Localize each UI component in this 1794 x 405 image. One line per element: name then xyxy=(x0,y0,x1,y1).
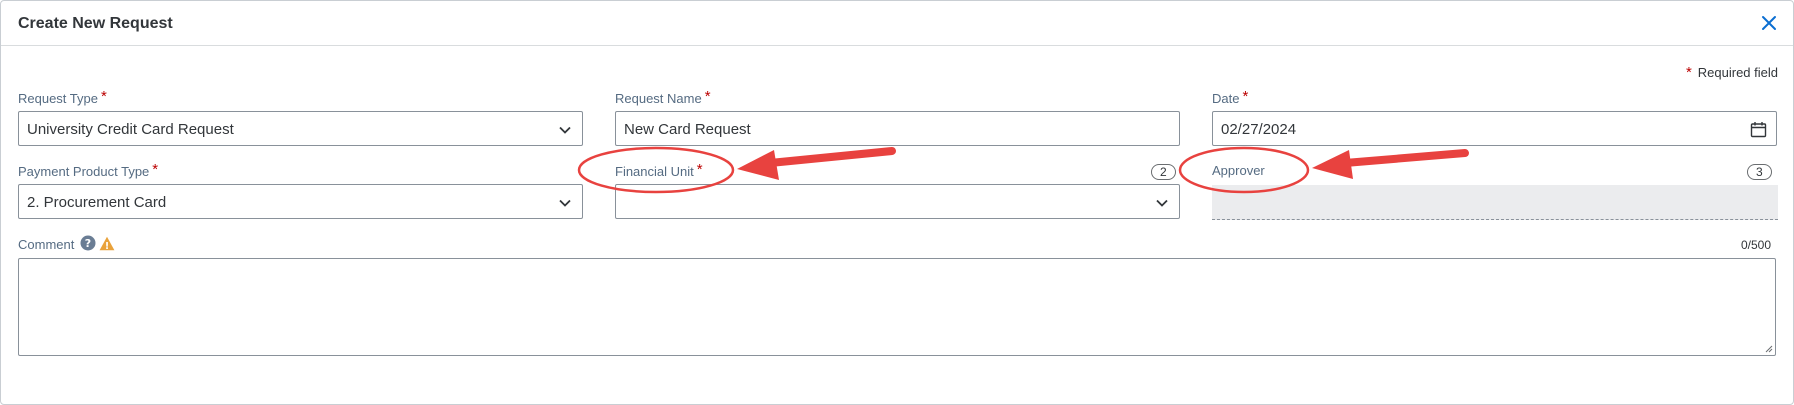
comment-textarea[interactable] xyxy=(18,258,1776,356)
required-star: * xyxy=(696,161,703,178)
approver-label: Approver xyxy=(1212,163,1265,178)
request-name-label-text: Request Name xyxy=(615,91,702,106)
approver-count-badge: 3 xyxy=(1747,164,1772,180)
request-type-label-text: Request Type xyxy=(18,91,98,106)
payment-product-type-select[interactable]: 2. Procurement Card xyxy=(18,184,583,219)
payment-product-type-value: 2. Procurement Card xyxy=(27,194,167,211)
help-icon[interactable]: ? xyxy=(80,235,96,251)
payment-product-type-label: Payment Product Type * xyxy=(18,161,159,180)
calendar-icon[interactable] xyxy=(1750,121,1767,138)
date-value: 02/27/2024 xyxy=(1221,121,1297,138)
required-field-text: Required field xyxy=(1697,65,1778,80)
create-request-dialog: Create New Request * Required field Reque… xyxy=(0,0,1794,405)
svg-text:!: ! xyxy=(105,241,109,251)
required-star: * xyxy=(1685,64,1692,81)
comment-label: Comment xyxy=(18,237,75,252)
financial-unit-label-text: Financial Unit xyxy=(615,164,694,179)
close-icon[interactable] xyxy=(1757,11,1781,35)
chevron-down-icon[interactable] xyxy=(558,123,572,137)
date-picker[interactable]: 02/27/2024 xyxy=(1212,111,1777,146)
request-type-select[interactable]: University Credit Card Request xyxy=(18,111,583,146)
chevron-down-icon[interactable] xyxy=(558,196,572,210)
svg-text:?: ? xyxy=(85,237,91,250)
approver-field xyxy=(1212,185,1778,220)
date-label: Date * xyxy=(1212,88,1249,107)
date-label-text: Date xyxy=(1212,91,1240,106)
financial-unit-label: Financial Unit * xyxy=(615,161,703,180)
chevron-down-icon[interactable] xyxy=(1155,196,1169,210)
payment-product-type-label-text: Payment Product Type xyxy=(18,164,150,179)
request-name-value: New Card Request xyxy=(624,121,751,138)
financial-unit-count-badge: 2 xyxy=(1151,164,1176,180)
resize-handle-icon[interactable] xyxy=(1763,343,1773,353)
required-star: * xyxy=(152,161,159,178)
required-star: * xyxy=(100,88,107,105)
request-type-label: Request Type * xyxy=(18,88,107,107)
required-star: * xyxy=(704,88,711,105)
warning-icon: ! xyxy=(99,236,115,251)
request-name-label: Request Name * xyxy=(615,88,711,107)
request-name-input[interactable]: New Card Request xyxy=(615,111,1180,146)
dialog-title: Create New Request xyxy=(18,15,173,32)
financial-unit-select[interactable] xyxy=(615,184,1180,219)
required-field-note: * Required field xyxy=(1686,64,1778,81)
dialog-header: Create New Request xyxy=(1,1,1793,46)
required-star: * xyxy=(1242,88,1249,105)
comment-char-count: 0/500 xyxy=(1740,238,1771,252)
request-type-value: University Credit Card Request xyxy=(27,121,234,138)
approver-label-text: Approver xyxy=(1212,163,1265,178)
